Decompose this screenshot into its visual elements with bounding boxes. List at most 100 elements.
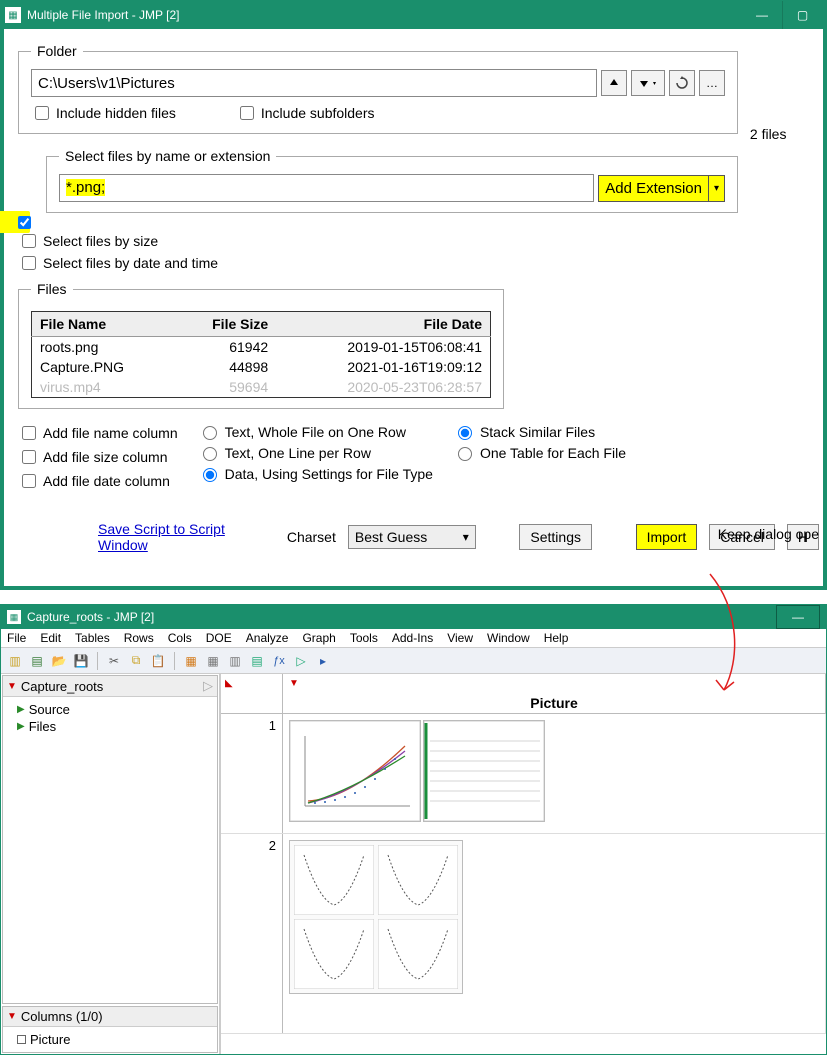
cut-icon[interactable]: ✂ <box>104 651 124 671</box>
table-panel-head[interactable]: ▼ Capture_roots ▷ <box>3 676 217 697</box>
copy-icon[interactable]: ⧉ <box>126 651 146 671</box>
titlebar[interactable]: ▦ Multiple File Import - JMP [2] — ▢ <box>1 1 826 29</box>
window-title: Capture_roots - JMP [2] <box>27 610 154 624</box>
folder-up-button[interactable] <box>601 70 627 96</box>
col-filesize[interactable]: File Size <box>174 312 276 337</box>
menu-help[interactable]: Help <box>544 631 569 645</box>
menubar[interactable]: File Edit Tables Rows Cols DOE Analyze Graph Too… <box>1 629 826 648</box>
minimize-button[interactable]: — <box>742 1 782 29</box>
date-filter-check[interactable]: Select files by date and time <box>18 253 218 273</box>
tool2-icon[interactable]: ▦ <box>203 651 223 671</box>
menu-analyze[interactable]: Analyze <box>246 631 289 645</box>
window-title: Multiple File Import - JMP [2] <box>27 8 179 22</box>
disclosure-icon[interactable]: ▼ <box>7 1011 17 1022</box>
each-table-radio[interactable]: One Table for Each File <box>453 444 626 461</box>
disclosure-icon[interactable]: ▶ <box>17 704 25 715</box>
save-script-link[interactable]: Save Script to Script Window <box>98 521 275 553</box>
menu-tables[interactable]: Tables <box>75 631 110 645</box>
toolbar[interactable]: ▥ ▤ 📂 💾 ✂ ⧉ 📋 ▦ ▦ ▥ ▤ ƒx ▷ ▸ <box>1 648 826 674</box>
row-number[interactable]: 2 <box>221 834 283 1033</box>
col-filename[interactable]: File Name <box>32 312 175 337</box>
extension-legend: Select files by name or extension <box>59 148 276 164</box>
settings-button[interactable]: Settings <box>519 524 592 550</box>
menu-graph[interactable]: Graph <box>302 631 335 645</box>
new-script-icon[interactable]: ▤ <box>27 651 47 671</box>
menu-add-ins[interactable]: Add-Ins <box>392 631 433 645</box>
charset-select[interactable]: Best Guess <box>348 525 476 549</box>
folder-group: Folder … Include hidden f <box>18 43 738 134</box>
charset-label: Charset <box>287 529 336 545</box>
folder-down-button[interactable] <box>631 70 665 96</box>
add-size-col-check[interactable]: Add file size column <box>18 447 178 467</box>
parse-data-radio[interactable]: Data, Using Settings for File Type <box>198 465 433 482</box>
arrow-down-dropdown-icon <box>639 77 657 89</box>
file-row[interactable]: virus.mp4596942020-05-23T06:28:57 <box>32 377 491 398</box>
fx-icon[interactable]: ƒx <box>269 651 289 671</box>
row-number[interactable]: 1 <box>221 714 283 833</box>
refresh-button[interactable] <box>669 70 695 96</box>
grid-corner[interactable]: ◣ <box>221 674 283 714</box>
menu-edit[interactable]: Edit <box>40 631 61 645</box>
col-filedate[interactable]: File Date <box>276 312 490 337</box>
picture-cell[interactable] <box>283 834 826 1033</box>
disclosure-icon[interactable]: ▼ <box>7 681 17 692</box>
minimize-button[interactable]: — <box>776 605 820 629</box>
panel-grip-icon[interactable]: ▷ <box>203 678 213 694</box>
add-name-col-check[interactable]: Add file name column <box>18 423 178 443</box>
stack-radio[interactable]: Stack Similar Files <box>453 423 626 440</box>
menu-file[interactable]: File <box>7 631 26 645</box>
add-extension-button[interactable]: Add Extension ▾ <box>598 175 725 202</box>
tool1-icon[interactable]: ▦ <box>181 651 201 671</box>
file-row[interactable]: Capture.PNG448982021-01-16T19:09:12 <box>32 357 491 377</box>
tool5-icon[interactable]: ▷ <box>291 651 311 671</box>
column-header[interactable]: ▼ Picture <box>283 674 826 714</box>
ellipsis-icon: … <box>706 76 718 90</box>
titlebar[interactable]: ▦ Capture_roots - JMP [2] — <box>1 605 826 629</box>
table-row[interactable]: 1 <box>221 714 826 834</box>
tool3-icon[interactable]: ▥ <box>225 651 245 671</box>
parse-line-radio[interactable]: Text, One Line per Row <box>198 444 433 461</box>
dropdown-icon[interactable]: ▾ <box>708 176 724 201</box>
save-icon[interactable]: 💾 <box>71 651 91 671</box>
files-group: Files File Name File Size File Date root… <box>18 281 504 409</box>
columns-panel-head[interactable]: ▼ Columns (1/0) <box>3 1007 217 1027</box>
ext-filter-check[interactable] <box>18 216 31 229</box>
bottom-row: Save Script to Script Window Charset Bes… <box>18 521 819 553</box>
column-item[interactable]: Picture <box>17 1031 213 1048</box>
add-date-col-check[interactable]: Add file date column <box>18 471 178 491</box>
disclosure-icon[interactable]: ◣ <box>225 678 233 689</box>
menu-doe[interactable]: DOE <box>206 631 232 645</box>
new-table-icon[interactable]: ▥ <box>5 651 25 671</box>
maximize-button[interactable]: ▢ <box>782 1 822 29</box>
import-button[interactable]: Import <box>636 524 698 550</box>
paste-icon[interactable]: 📋 <box>148 651 168 671</box>
picture-cell[interactable] <box>283 714 826 833</box>
hidden-files-check[interactable]: Include hidden files <box>31 103 176 123</box>
disclosure-icon[interactable]: ▶ <box>17 721 25 732</box>
open-icon[interactable]: 📂 <box>49 651 69 671</box>
folder-path-input[interactable] <box>31 69 597 97</box>
subfolders-check[interactable]: Include subfolders <box>236 103 375 123</box>
tool6-icon[interactable]: ▸ <box>313 651 333 671</box>
script-item[interactable]: ▶Source <box>17 701 213 718</box>
menu-rows[interactable]: Rows <box>124 631 154 645</box>
folder-legend: Folder <box>31 43 83 59</box>
menu-tools[interactable]: Tools <box>350 631 378 645</box>
file-row[interactable]: roots.png619422019-01-15T06:08:41 <box>32 337 491 358</box>
menu-cols[interactable]: Cols <box>168 631 192 645</box>
table-row[interactable]: 2 <box>221 834 826 1034</box>
browse-button[interactable]: … <box>699 70 725 96</box>
menu-window[interactable]: Window <box>487 631 530 645</box>
script-item[interactable]: ▶Files <box>17 718 213 735</box>
options-grid: Add file name column Add file size colum… <box>18 423 819 491</box>
refresh-icon <box>675 76 689 90</box>
disclosure-icon[interactable]: ▼ <box>289 678 299 689</box>
data-grid[interactable]: ◣ ▼ Picture 1 <box>221 674 826 1054</box>
parse-whole-radio[interactable]: Text, Whole File on One Row <box>198 423 433 440</box>
size-filter-check[interactable]: Select files by size <box>18 231 158 251</box>
app-icon: ▦ <box>5 7 21 23</box>
keep-open-label: Keep dialog ope <box>718 526 819 542</box>
extension-input[interactable]: *.png; <box>59 174 594 202</box>
menu-view[interactable]: View <box>447 631 473 645</box>
tool4-icon[interactable]: ▤ <box>247 651 267 671</box>
